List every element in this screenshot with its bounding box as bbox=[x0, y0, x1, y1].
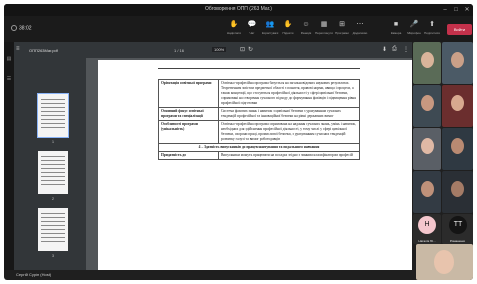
video-feed bbox=[421, 181, 434, 197]
maximize-icon[interactable]: □ bbox=[451, 5, 461, 15]
page-thumbnail[interactable]: 3 bbox=[38, 208, 68, 258]
leave-button[interactable]: Вийти bbox=[447, 24, 472, 35]
table-row: Особливості програми (унікальність) Осві… bbox=[158, 120, 360, 144]
sidebar-icon[interactable]: ▤ bbox=[4, 56, 14, 62]
participant-tile[interactable]: H Наталія Ю... bbox=[413, 214, 441, 244]
participant-tile[interactable] bbox=[442, 42, 473, 84]
share-button[interactable]: ⬆ Поділитися bbox=[421, 20, 443, 40]
document-page: Орієнтація освітньої програми Освітньо-п… bbox=[98, 60, 412, 270]
meeting-timer: 38:02 bbox=[11, 25, 32, 31]
print-icon[interactable]: ⎙ bbox=[392, 46, 397, 53]
participant-tile[interactable] bbox=[442, 85, 473, 127]
participant-name: Наталія Ю... bbox=[418, 239, 436, 243]
page-thumbnail[interactable]: 1 bbox=[37, 93, 69, 144]
meeting-toolbar: 38:02 ✋ Надіслати 💬 Чат 👥 Користувачі ✋ … bbox=[4, 16, 473, 42]
video-feed bbox=[451, 181, 464, 197]
participant-tile[interactable] bbox=[413, 85, 441, 127]
more-icon[interactable]: ⋮ bbox=[403, 46, 409, 53]
participant-tile[interactable] bbox=[413, 128, 441, 170]
pdf-toolbar: ≡ ОПП263Маг.pdf 1 / 16 100% ⊡ ↻ ⬇ ⎙ ⋮ bbox=[14, 42, 412, 58]
minimize-icon[interactable]: – bbox=[440, 5, 450, 15]
shield-icon bbox=[11, 25, 17, 31]
download-icon[interactable]: ⬇ bbox=[382, 46, 387, 53]
avatar: H bbox=[418, 216, 436, 234]
self-video-tile[interactable] bbox=[416, 244, 473, 280]
avatar: ТТ bbox=[449, 216, 467, 234]
title-bar: Обговорення ОПП (263 Маг.) – □ ✕ bbox=[4, 4, 473, 16]
menu-icon[interactable]: ≡ bbox=[16, 46, 20, 52]
video-feed bbox=[451, 52, 464, 68]
table-row: Орієнтація освітньої програми Освітньо-п… bbox=[158, 79, 360, 108]
participant-tile[interactable] bbox=[413, 42, 441, 84]
more-icon: ⋯ bbox=[356, 21, 364, 28]
zoom-level[interactable]: 100% bbox=[212, 47, 227, 52]
page-rule bbox=[158, 68, 360, 69]
rotate-icon[interactable]: ↻ bbox=[248, 46, 253, 53]
window-title: Обговорення ОПП (263 Маг.) bbox=[205, 6, 272, 12]
participant-tile[interactable] bbox=[413, 171, 441, 213]
self-name-label: Сергій Сурін (Host) bbox=[16, 272, 52, 277]
meeting-window: Обговорення ОПП (263 Маг.) – □ ✕ 38:02 ✋… bbox=[4, 4, 473, 280]
thumbnail-panel: 1 2 3 bbox=[14, 58, 86, 270]
more-button[interactable]: ⋯ Додатково bbox=[349, 20, 371, 40]
outline-icon[interactable]: ☰ bbox=[4, 76, 14, 82]
pdf-viewer[interactable]: 1 2 3 Орієнтація освітньої програми Осві… bbox=[14, 58, 412, 270]
video-feed bbox=[451, 138, 464, 154]
video-feed bbox=[421, 52, 434, 68]
participant-name: Романенко bbox=[449, 239, 466, 243]
participant-tile[interactable] bbox=[442, 171, 473, 213]
page-thumbnail[interactable]: 2 bbox=[38, 151, 68, 201]
section-row: 4 – Здатність випускників до працевлашту… bbox=[158, 143, 360, 152]
share-icon: ⬆ bbox=[429, 21, 435, 28]
program-table: Орієнтація освітньої програми Освітньо-п… bbox=[158, 79, 360, 160]
participant-tile[interactable] bbox=[442, 128, 473, 170]
page-indicator[interactable]: 1 / 16 bbox=[174, 48, 184, 53]
video-feed bbox=[434, 250, 454, 274]
video-feed bbox=[421, 138, 434, 154]
table-row: Придатність до Випускники можуть працюва… bbox=[158, 151, 360, 160]
video-feed bbox=[451, 95, 464, 111]
video-feed bbox=[421, 95, 434, 111]
table-row: Основний фокус освітньої програми та спе… bbox=[158, 107, 360, 121]
participant-tile[interactable]: ТТ Романенко bbox=[442, 214, 473, 244]
close-icon[interactable]: ✕ bbox=[462, 5, 472, 15]
pdf-file-name: ОПП263Маг.pdf bbox=[29, 48, 58, 53]
fit-page-icon[interactable]: ⊡ bbox=[240, 46, 245, 53]
left-rail: ▤ ☰ bbox=[4, 42, 14, 270]
